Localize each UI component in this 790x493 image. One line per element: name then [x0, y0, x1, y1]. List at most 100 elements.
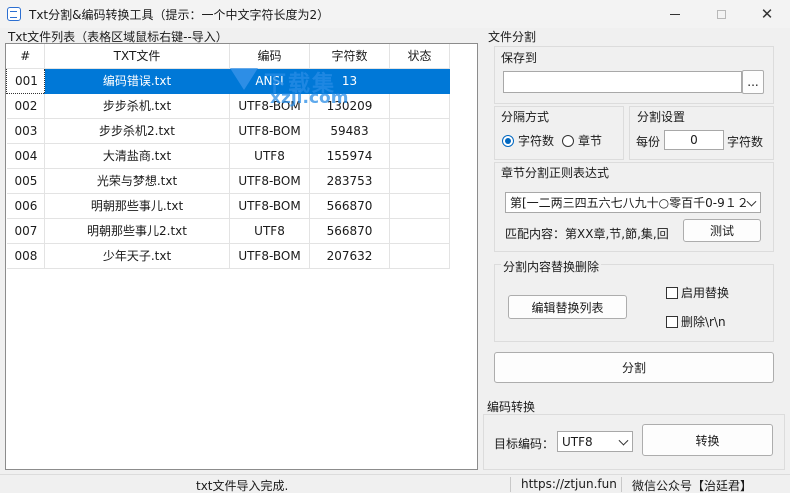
row-status — [389, 118, 450, 144]
row-char-count: 566870 — [309, 218, 390, 244]
row-status — [389, 218, 450, 244]
row-char-count: 130209 — [309, 93, 390, 119]
table-row[interactable]: 005 光荣与梦想.txt UTF8-BOM 283753 — [6, 168, 450, 194]
row-encoding: ANSI — [229, 68, 310, 94]
radio-checked-icon — [502, 134, 514, 147]
close-button[interactable]: ✕ — [744, 0, 790, 28]
row-char-count: 283753 — [309, 168, 390, 194]
split-button[interactable]: 分割 — [494, 352, 774, 383]
table-row[interactable]: 002 步步杀机.txt UTF8-BOM 130209 — [6, 93, 450, 119]
edit-replace-list-button[interactable]: 编辑替换列表 — [508, 295, 627, 319]
maximize-icon — [716, 9, 726, 19]
row-encoding: UTF8-BOM — [229, 243, 310, 269]
table-row[interactable]: 001 编码错误.txt ANSI 13 — [6, 67, 450, 94]
row-encoding: UTF8 — [229, 218, 310, 244]
radio-unchecked-icon — [562, 134, 574, 147]
target-encoding-select[interactable]: UTF8 — [557, 431, 633, 452]
checkbox-unchecked-icon — [666, 286, 678, 299]
row-index: 003 — [6, 118, 45, 144]
mode-radio-chars-label: 字符数 — [518, 134, 555, 148]
row-status — [389, 143, 450, 169]
row-file-name: 步步杀机.txt — [44, 93, 230, 119]
row-file-name: 步步杀机2.txt — [44, 118, 230, 144]
convert-button[interactable]: 转换 — [642, 424, 773, 456]
enable-replace-checkbox[interactable]: 启用替换 — [666, 284, 729, 301]
row-index: 004 — [6, 143, 45, 169]
per-label: 每份 — [636, 135, 661, 149]
row-file-name: 少年天子.txt — [44, 243, 230, 269]
target-encoding-value: UTF8 — [562, 434, 593, 449]
row-encoding: UTF8 — [229, 143, 310, 169]
table-row[interactable]: 004 大清盐商.txt UTF8 155974 — [6, 143, 450, 169]
row-file-name: 编码错误.txt — [44, 68, 230, 94]
status-wechat: 微信公众号【治廷君】 — [632, 479, 753, 493]
row-encoding: UTF8-BOM — [229, 193, 310, 219]
row-char-count: 566870 — [309, 193, 390, 219]
mode-radio-chars[interactable]: 字符数 — [502, 132, 554, 149]
table-row[interactable]: 008 少年天子.txt UTF8-BOM 207632 — [6, 243, 450, 269]
app-icon — [7, 7, 21, 21]
row-status — [389, 93, 450, 119]
row-index: 007 — [6, 218, 45, 244]
table-row[interactable]: 003 步步杀机2.txt UTF8-BOM 59483 — [6, 118, 450, 144]
row-index: 008 — [6, 243, 45, 269]
row-file-name: 明朝那些事儿2.txt — [44, 218, 230, 244]
settings-label: 分割设置 — [637, 110, 686, 124]
mode-label: 分隔方式 — [501, 110, 550, 124]
encode-group-label: 编码转换 — [487, 400, 536, 414]
row-index: 005 — [6, 168, 45, 194]
row-char-count: 13 — [309, 68, 390, 94]
status-message: txt文件导入完成. — [196, 479, 289, 493]
table-row[interactable]: 007 明朝那些事儿2.txt UTF8 566870 — [6, 218, 450, 244]
row-file-name: 明朝那些事儿.txt — [44, 193, 230, 219]
minimize-icon — [670, 13, 680, 15]
row-index: 006 — [6, 193, 45, 219]
regex-select[interactable]: 第[一二两三四五六七八九十○零百千0-9１２ — [505, 192, 761, 213]
row-encoding: UTF8-BOM — [229, 168, 310, 194]
row-char-count: 207632 — [309, 243, 390, 269]
row-index: 001 — [6, 67, 45, 94]
mode-radio-chapter-label: 章节 — [578, 134, 603, 148]
status-separator — [621, 477, 622, 492]
mode-radio-chapter[interactable]: 章节 — [562, 132, 602, 149]
test-button[interactable]: 测试 — [683, 219, 761, 242]
column-header-file[interactable]: TXT文件 — [44, 44, 230, 69]
target-encoding-label: 目标编码： — [494, 437, 555, 451]
window-title: Txt分割&编码转换工具（提示：一个中文字符长度为2） — [29, 7, 330, 22]
column-header-status[interactable]: 状态 — [389, 44, 450, 69]
row-char-count: 59483 — [309, 118, 390, 144]
table-header-row: # TXT文件 编码 字符数 状态 — [6, 44, 450, 69]
split-group-label: 文件分割 — [488, 30, 537, 44]
delete-newline-checkbox[interactable]: 删除\r\n — [666, 313, 726, 330]
file-grid[interactable]: # TXT文件 编码 字符数 状态 001 编码错误.txt ANSI 13 002 步步… — [6, 44, 450, 269]
checkbox-unchecked-icon — [666, 315, 678, 328]
chevron-down-icon — [618, 435, 629, 446]
regex-select-value: 第[一二两三四五六七八九十○零百千0-9１２ — [510, 196, 749, 210]
status-url-link[interactable]: https://ztjun.fun — [521, 477, 617, 491]
save-to-label: 保存到 — [501, 51, 538, 65]
per-count-input[interactable]: 0 — [664, 130, 724, 150]
row-status — [389, 193, 450, 219]
column-header-index[interactable]: # — [6, 44, 45, 69]
status-bar: txt文件导入完成. https://ztjun.fun 微信公众号【治廷君】 — [0, 474, 790, 493]
row-status — [389, 168, 450, 194]
column-header-encoding[interactable]: 编码 — [229, 44, 310, 69]
table-row[interactable]: 006 明朝那些事儿.txt UTF8-BOM 566870 — [6, 193, 450, 219]
file-list-table[interactable]: # TXT文件 编码 字符数 状态 001 编码错误.txt ANSI 13 002 步步… — [5, 43, 478, 470]
status-separator — [510, 477, 511, 492]
match-content-label: 匹配内容：第XX章,节,節,集,回 — [505, 227, 669, 241]
save-path-input[interactable] — [503, 71, 742, 93]
delete-newline-label: 删除\r\n — [681, 315, 726, 329]
row-char-count: 155974 — [309, 143, 390, 169]
regex-label: 章节分割正则表达式 — [501, 166, 610, 180]
unit-label: 字符数 — [727, 135, 764, 149]
enable-replace-label: 启用替换 — [681, 286, 730, 300]
column-header-chars[interactable]: 字符数 — [309, 44, 390, 69]
row-file-name: 大清盐商.txt — [44, 143, 230, 169]
title-bar: Txt分割&编码转换工具（提示：一个中文字符长度为2） ✕ — [0, 0, 790, 28]
row-encoding: UTF8-BOM — [229, 118, 310, 144]
browse-button[interactable]: ... — [742, 70, 764, 94]
maximize-button[interactable] — [698, 0, 744, 28]
replace-label: 分割内容替换删除 — [501, 258, 602, 275]
minimize-button[interactable] — [652, 0, 698, 28]
